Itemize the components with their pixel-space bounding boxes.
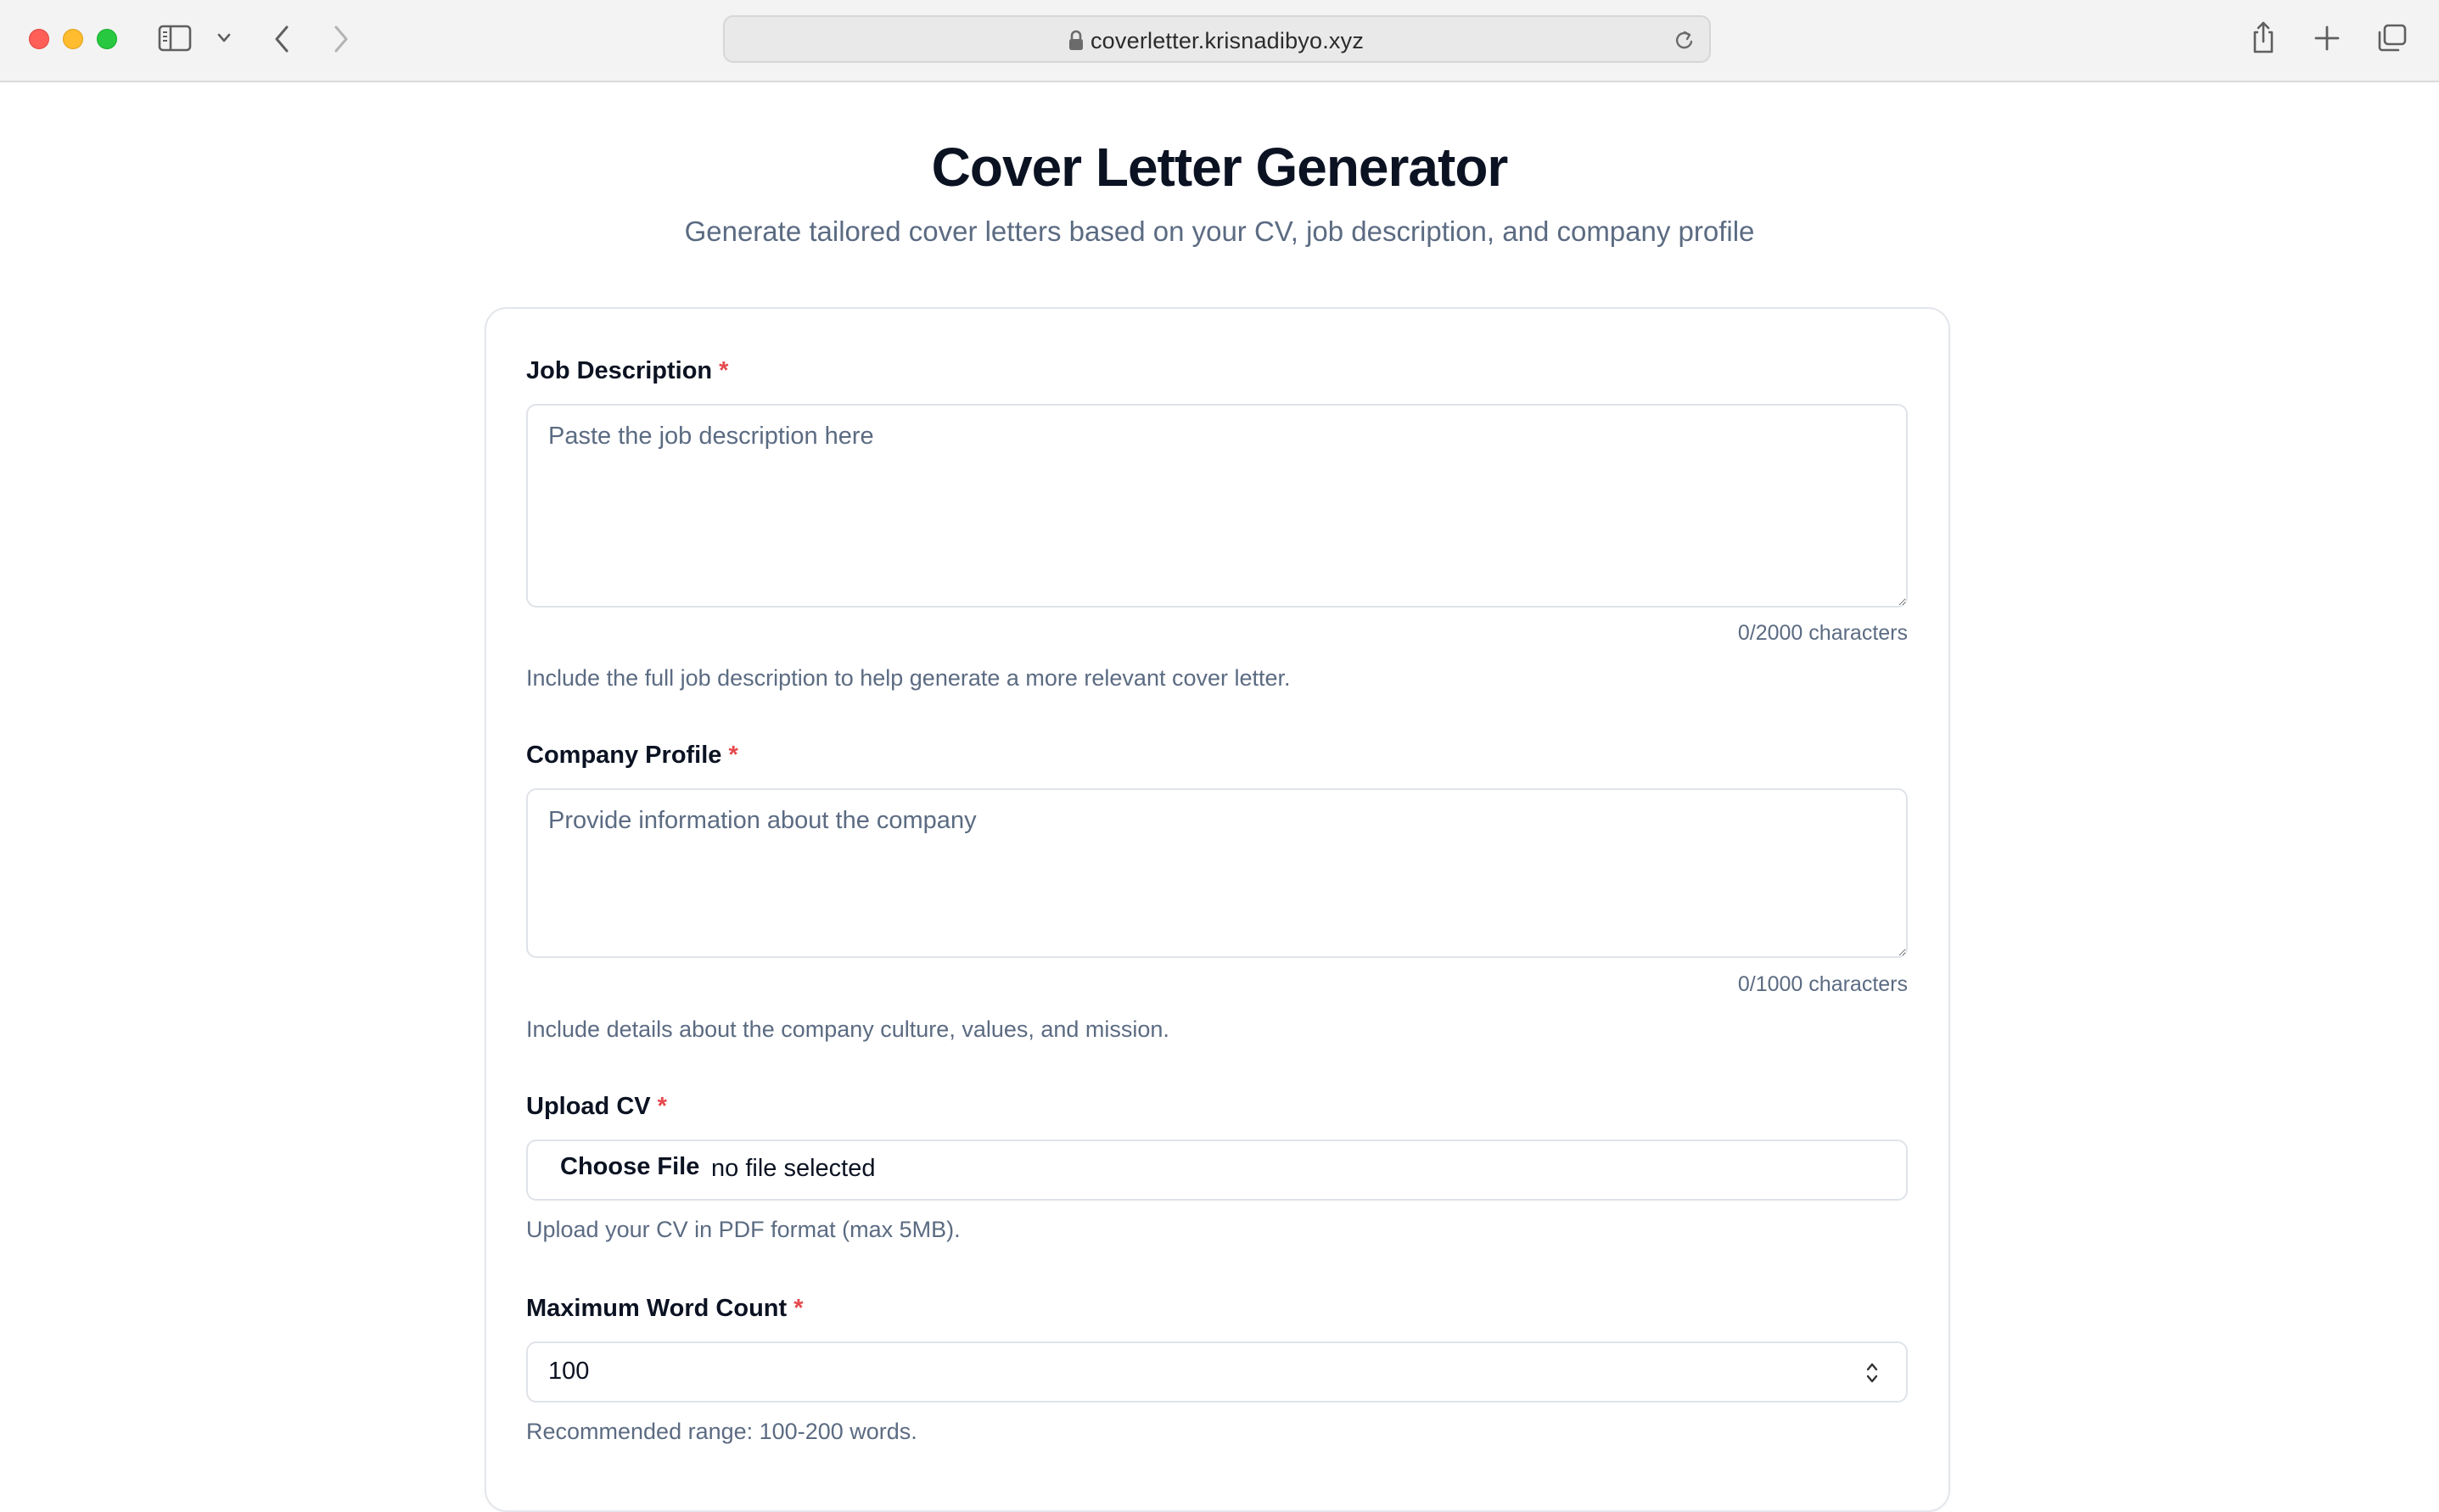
required-marker: *: [719, 357, 729, 384]
tab-overview-icon[interactable]: [2376, 24, 2407, 53]
upload-cv-label: Upload CV *: [526, 1093, 667, 1121]
close-window-button[interactable]: [29, 29, 49, 49]
job-description-input[interactable]: [526, 404, 1908, 608]
company-profile-label: Company Profile *: [526, 742, 738, 770]
sidebar-toggle-icon[interactable]: [158, 24, 192, 53]
max-word-count-help: Recommended range: 100-200 words.: [526, 1419, 917, 1444]
share-icon[interactable]: [2251, 20, 2276, 54]
job-description-label: Job Description *: [526, 357, 728, 385]
max-word-count-label: Maximum Word Count *: [526, 1295, 803, 1323]
upload-cv-label-text: Upload CV: [526, 1093, 651, 1120]
required-marker: *: [793, 1295, 804, 1322]
required-marker: *: [728, 742, 738, 769]
max-word-count-input[interactable]: 100: [526, 1341, 1908, 1403]
required-marker: *: [657, 1093, 667, 1120]
minimize-window-button[interactable]: [63, 29, 83, 49]
number-stepper-icon[interactable]: [1864, 1360, 1881, 1390]
company-profile-input[interactable]: [526, 788, 1908, 958]
browser-toolbar: coverletter.krisnadibyo.xyz: [0, 0, 2439, 82]
url-text[interactable]: coverletter.krisnadibyo.xyz: [725, 28, 1709, 54]
file-status-text: no file selected: [711, 1155, 876, 1182]
back-arrow-icon[interactable]: [272, 24, 292, 54]
job-description-help: Include the full job description to help…: [526, 665, 1291, 691]
chevron-down-icon[interactable]: [216, 32, 232, 44]
address-bar[interactable]: coverletter.krisnadibyo.xyz: [723, 15, 1711, 63]
choose-file-button[interactable]: Choose File: [560, 1153, 699, 1181]
zoom-window-button[interactable]: [97, 29, 117, 49]
new-tab-icon[interactable]: [2314, 25, 2340, 51]
page-title: Cover Letter Generator: [931, 137, 1509, 198]
cv-file-input[interactable]: Choose File no file selected: [526, 1140, 1908, 1201]
forward-arrow-icon[interactable]: [331, 24, 351, 54]
job-description-char-counter: 0/2000 characters: [1737, 621, 1908, 645]
job-description-label-text: Job Description: [526, 357, 713, 384]
company-profile-char-counter: 0/1000 characters: [1737, 972, 1908, 996]
company-profile-help: Include details about the company cultur…: [526, 1016, 1169, 1042]
upload-cv-help: Upload your CV in PDF format (max 5MB).: [526, 1217, 961, 1242]
max-word-count-label-text: Maximum Word Count: [526, 1295, 788, 1322]
max-word-count-value[interactable]: 100: [548, 1358, 589, 1386]
page-subtitle: Generate tailored cover letters based on…: [684, 216, 1755, 247]
reload-icon[interactable]: [1674, 29, 1696, 57]
company-profile-label-text: Company Profile: [526, 742, 722, 769]
